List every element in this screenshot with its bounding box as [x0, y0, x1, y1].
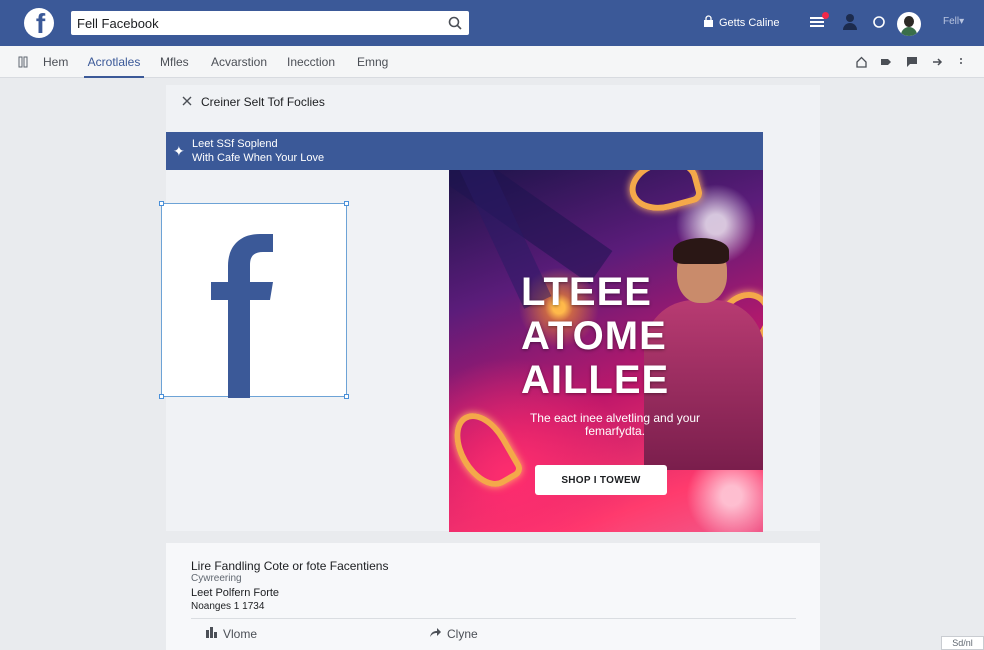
more-options-icon[interactable]: [959, 55, 963, 73]
message-icon[interactable]: [906, 55, 918, 73]
promo-line-2: With Cafe When Your Love: [192, 152, 325, 164]
ad-headline-3: AILLEE: [521, 358, 670, 402]
ad-tagline: The eact inee alvetling and your femarfy…: [529, 411, 701, 438]
heart-decoration: [449, 402, 526, 498]
bar-chart-icon: [206, 627, 217, 641]
share-arrow-icon[interactable]: [932, 55, 944, 73]
close-icon[interactable]: [182, 95, 192, 109]
profile-avatar[interactable]: [897, 12, 921, 36]
card-meta: Noanges 1 1734: [191, 601, 265, 612]
notifications-icon[interactable]: [872, 14, 886, 35]
tab-hem[interactable]: Hem: [43, 46, 68, 78]
video-icon[interactable]: [880, 55, 892, 73]
card-page-name: Leet Polfern Forte: [191, 587, 280, 599]
ad-details-card: Lire Fandling Cote or fote Facentiens Cy…: [166, 543, 820, 650]
view-action-button[interactable]: Vlome: [206, 627, 257, 641]
heart-decoration: [623, 170, 705, 219]
profile-dropdown[interactable]: Fell▾: [943, 16, 964, 27]
account-label: Getts Caline: [719, 17, 780, 29]
logo-image-selected[interactable]: [159, 201, 349, 399]
tab-acvarstion[interactable]: Acvarstion: [211, 46, 267, 78]
resize-handle[interactable]: [344, 394, 349, 399]
resize-handle[interactable]: [159, 394, 164, 399]
promo-strip[interactable]: ✦ Leet SSf Soplend With Cafe When Your L…: [166, 132, 763, 170]
facebook-f-icon: [211, 234, 273, 398]
ad-headline-1: LTEEE: [521, 270, 652, 314]
notification-badge: [822, 12, 829, 19]
account-lock-link[interactable]: Getts Caline: [703, 15, 780, 31]
search-icon[interactable]: [441, 11, 469, 35]
panel-title: Creiner Selt Tof Foclies: [201, 95, 325, 109]
plus-icon: ✦: [173, 143, 185, 159]
search-box[interactable]: [71, 11, 469, 35]
tab-mfles[interactable]: Mfles: [160, 46, 189, 78]
tab-acrotlales[interactable]: Acrotlales: [84, 46, 144, 78]
tab-emng[interactable]: Emng: [357, 46, 388, 78]
tab-inecction[interactable]: Inecction: [287, 46, 335, 78]
facebook-logo-icon[interactable]: f: [24, 8, 54, 38]
share-action-button[interactable]: Clyne: [429, 627, 478, 641]
panel-header: Creiner Selt Tof Foclies: [182, 95, 325, 109]
resize-handle[interactable]: [344, 201, 349, 206]
share-action-label: Clyne: [447, 627, 478, 641]
resize-handle[interactable]: [159, 201, 164, 206]
search-input[interactable]: [71, 11, 441, 35]
ad-headline-2: ATOME: [521, 314, 667, 358]
home-icon[interactable]: [856, 55, 867, 73]
promo-line-1: Leet SSf Soplend: [192, 138, 278, 150]
divider: [191, 618, 796, 619]
top-navigation-bar: f Getts Caline Fell▾: [0, 0, 984, 46]
shop-now-button[interactable]: SHOP I TOWEW: [535, 465, 667, 495]
card-title: Lire Fandling Cote or fote Facentiens: [191, 559, 389, 573]
lock-icon: [703, 15, 714, 31]
ad-creative-image[interactable]: LTEEE ATOME AILLEE The eact inee alvetli…: [449, 170, 763, 532]
card-subtitle: Cywreering: [191, 573, 242, 584]
friends-icon[interactable]: [842, 13, 858, 36]
secondary-tab-bar: Hem Acrotlales Mfles Acvarstion Inecctio…: [0, 46, 984, 78]
corner-button[interactable]: Sd/nl: [941, 636, 984, 650]
view-action-label: Vlome: [223, 627, 258, 641]
share-icon: [429, 627, 441, 641]
grid-icon[interactable]: [18, 55, 28, 73]
